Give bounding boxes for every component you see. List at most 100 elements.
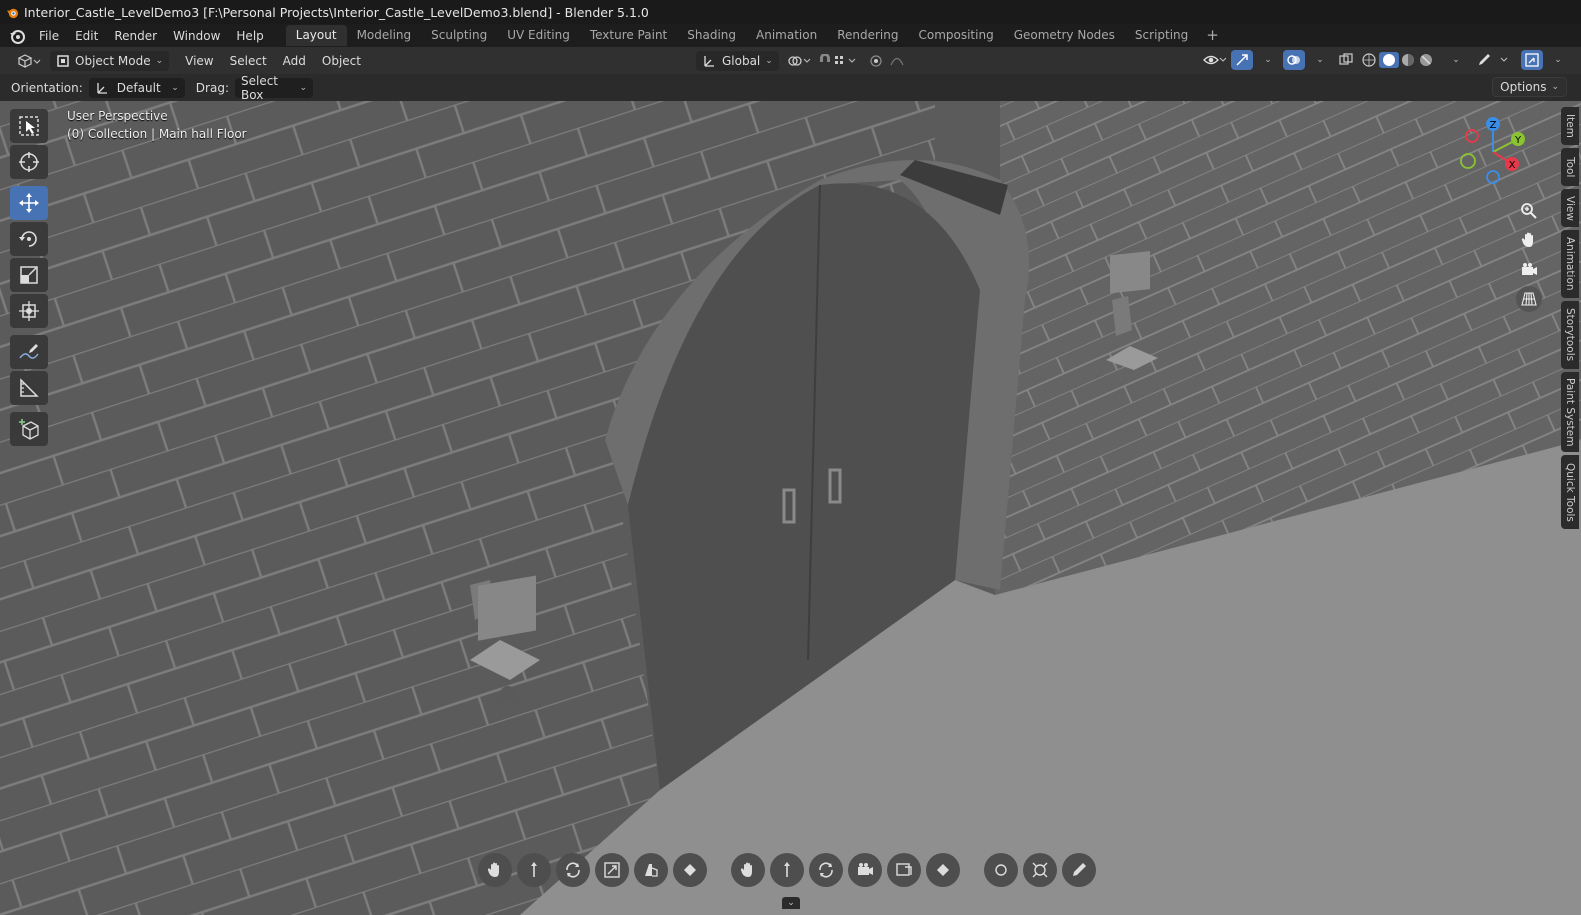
scale-tool[interactable] <box>10 258 48 292</box>
camera-button[interactable] <box>848 853 882 887</box>
snap-toggle-button[interactable] <box>1023 853 1057 887</box>
magnet-icon <box>819 53 856 64</box>
menu-file[interactable]: File <box>31 26 67 46</box>
orbit-button[interactable] <box>809 853 843 887</box>
camera-icon <box>1522 263 1537 275</box>
orientation-label: Orientation: <box>11 80 83 95</box>
gizmo-z-label: Z <box>1490 120 1497 131</box>
rotate-icon <box>566 862 580 878</box>
add-cube-tool[interactable] <box>10 412 48 446</box>
gizmo-axis-neg-y[interactable] <box>1460 153 1476 169</box>
sidebar-tab-view-label: View <box>1564 195 1576 221</box>
insert-keyframe-button[interactable] <box>926 853 960 887</box>
shading-dropdown[interactable]: ⌄ <box>1445 50 1467 70</box>
tab-shading[interactable]: Shading <box>677 25 746 46</box>
visibility-button[interactable] <box>1203 50 1227 70</box>
xray-toggle-button[interactable] <box>1335 50 1357 70</box>
pan-tool-button[interactable] <box>478 853 512 887</box>
dolly-button[interactable] <box>770 853 804 887</box>
sidebar-tab-quick-tools[interactable]: Quick Tools <box>1561 455 1579 529</box>
menu-select[interactable]: Select <box>222 54 275 68</box>
editor-type-button[interactable] <box>14 51 44 71</box>
tab-compositing[interactable]: Compositing <box>908 25 1003 46</box>
overlays-icon <box>1287 55 1300 65</box>
rotate-view-button[interactable] <box>556 853 590 887</box>
orientation-dropdown[interactable]: Default ⌄ <box>88 77 185 98</box>
sidebar-tab-animation[interactable]: Animation <box>1561 230 1579 298</box>
tab-geometry-nodes[interactable]: Geometry Nodes <box>1004 25 1125 46</box>
arrow-vertical-icon <box>531 862 537 877</box>
tab-scripting[interactable]: Scripting <box>1125 25 1198 46</box>
rotate-tool[interactable] <box>10 222 48 256</box>
keyframe-button[interactable] <box>673 853 707 887</box>
collapse-toolbar-button[interactable]: ⌄ <box>782 897 800 909</box>
gizmo-axis-neg-x[interactable] <box>1465 129 1479 143</box>
circle-select-button[interactable] <box>984 853 1018 887</box>
sidebar-tab-view[interactable]: View <box>1561 189 1579 227</box>
sidebar-dropdown[interactable]: ⌄ <box>1547 50 1569 70</box>
tab-texture-paint[interactable]: Texture Paint <box>580 25 677 46</box>
sidebar-tab-storytools[interactable]: Storytools <box>1561 301 1579 369</box>
sidebar-tab-tool[interactable]: Tool <box>1561 148 1579 186</box>
frame-selected-button[interactable] <box>887 853 921 887</box>
menu-object[interactable]: Object <box>314 54 369 68</box>
move-tool[interactable] <box>10 186 48 220</box>
options-dropdown[interactable]: Options ⌄ <box>1492 77 1567 97</box>
drag-dropdown[interactable]: Select Box ⌄ <box>234 74 313 102</box>
select-box-tool[interactable] <box>10 109 48 143</box>
menu-help[interactable]: Help <box>228 26 271 46</box>
shading-mode-buttons[interactable] <box>1361 50 1441 70</box>
gizmo-axis-neg-z[interactable] <box>1486 170 1500 184</box>
pan-button[interactable] <box>1516 227 1542 253</box>
camera-view-button[interactable] <box>1516 257 1542 283</box>
snap-button[interactable] <box>817 51 861 71</box>
overlays-dropdown[interactable]: ⌄ <box>1309 50 1331 70</box>
transform-orientation-dropdown[interactable]: Global ⌄ <box>695 50 779 71</box>
pan-view-button[interactable] <box>731 853 765 887</box>
scale-view-button[interactable] <box>595 853 629 887</box>
menu-view[interactable]: View <box>177 54 221 68</box>
chevron-down-icon: ⌄ <box>155 55 164 66</box>
menu-edit[interactable]: Edit <box>67 26 106 46</box>
blender-menu-icon[interactable] <box>8 27 26 45</box>
sidebar-tab-paint-system[interactable]: Paint System <box>1561 372 1579 452</box>
move-vertical-button[interactable] <box>517 853 551 887</box>
annotate-tool[interactable] <box>10 335 48 369</box>
menu-add[interactable]: Add <box>275 54 314 68</box>
mode-label: Object Mode <box>75 53 151 68</box>
tab-rendering[interactable]: Rendering <box>827 25 908 46</box>
zoom-button[interactable] <box>1516 198 1542 224</box>
gizmo-y-label: Y <box>1514 135 1522 146</box>
object-mode-icon <box>57 54 69 67</box>
tab-sculpting[interactable]: Sculpting <box>421 25 497 46</box>
3d-viewport[interactable]: User Perspective (0) Collection | Main h… <box>0 101 1581 915</box>
measure-tool[interactable] <box>10 371 48 405</box>
chevron-down-icon: ⌄ <box>1554 55 1562 65</box>
sidebar-toggle-button[interactable] <box>1521 50 1543 70</box>
proportional-editing-button[interactable] <box>869 51 913 71</box>
draw-button[interactable] <box>1062 853 1096 887</box>
gizmo-x-label: X <box>1509 160 1516 171</box>
navigation-gizmo[interactable]: Z Y X <box>1458 114 1528 184</box>
add-workspace-button[interactable]: + <box>1198 25 1227 46</box>
sidebar-tab-item[interactable]: Item <box>1561 107 1579 145</box>
chevron-down-icon: ⌄ <box>765 55 773 66</box>
annotate-button[interactable] <box>1477 50 1513 70</box>
tab-animation[interactable]: Animation <box>746 25 827 46</box>
gizmo-toggle-button[interactable] <box>1231 50 1253 70</box>
transform-tool[interactable] <box>10 294 48 328</box>
gizmo-dropdown[interactable]: ⌄ <box>1257 50 1279 70</box>
tab-modeling[interactable]: Modeling <box>347 25 422 46</box>
overlays-toggle-button[interactable] <box>1283 50 1305 70</box>
cursor-tool[interactable] <box>10 145 48 179</box>
perspective-toggle-button[interactable] <box>1516 286 1542 312</box>
ruler-icon <box>20 378 39 397</box>
tab-layout[interactable]: Layout <box>285 25 347 46</box>
pivot-point-button[interactable] <box>785 51 813 71</box>
sidebar-tab-storytools-label: Storytools <box>1564 308 1576 362</box>
menu-render[interactable]: Render <box>106 26 165 46</box>
tab-uv-editing[interactable]: UV Editing <box>497 25 580 46</box>
shear-button[interactable] <box>634 853 668 887</box>
mode-dropdown[interactable]: Object Mode ⌄ <box>50 50 170 71</box>
menu-window[interactable]: Window <box>165 26 228 46</box>
